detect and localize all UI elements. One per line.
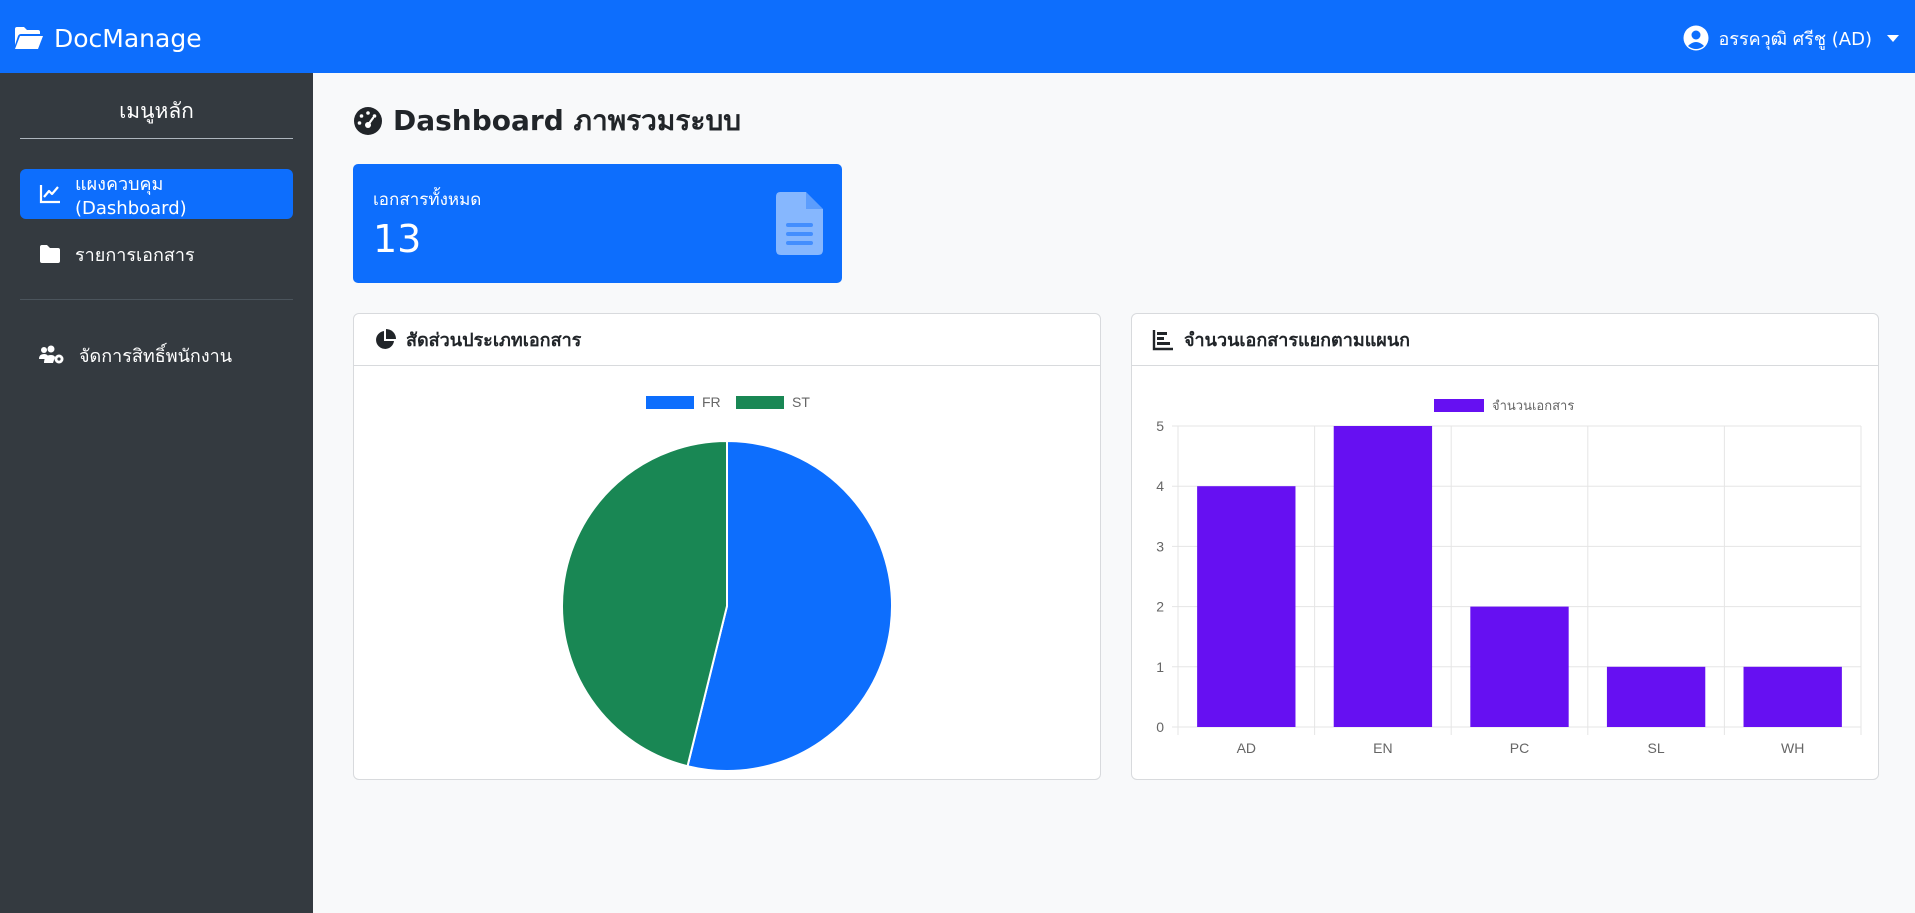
x-tick-label: EN <box>1373 740 1392 756</box>
folder-icon <box>40 245 60 263</box>
chart-pie-icon <box>376 328 396 349</box>
legend-swatch-fr <box>646 396 694 409</box>
y-tick-label: 3 <box>1156 538 1164 554</box>
stat-label: เอกสารทั้งหมด <box>373 190 482 210</box>
bar-sl <box>1606 666 1706 727</box>
legend-label-fr: FR <box>702 394 721 410</box>
chart-bar-icon <box>1152 329 1173 350</box>
sidebar-item-documents[interactable]: รายการเอกสาร <box>20 229 293 279</box>
stat-card-total-documents: เอกสารทั้งหมด 13 <box>353 164 842 283</box>
y-tick-label: 0 <box>1156 719 1164 735</box>
pie-chart: FR ST <box>561 394 893 772</box>
x-tick-label: WH <box>1781 740 1804 756</box>
file-alt-icon <box>776 192 823 255</box>
stat-value: 13 <box>373 217 422 261</box>
tachometer-icon <box>354 107 382 135</box>
sidebar-item-dashboard[interactable]: แผงควบคุม (Dashboard) <box>20 169 293 219</box>
page-title-text: Dashboard ภาพรวมระบบ <box>393 104 741 137</box>
x-tick-label: SL <box>1648 740 1665 756</box>
bar-chart-card: จำนวนเอกสารแยกตามแผนก จำนวนเอกสาร 0 1 2 3 4 5 A… <box>1131 313 1879 780</box>
user-name: อรรควุฒิ ศรีชู (AD) <box>1718 28 1872 50</box>
sidebar: เมนูหลัก แผงควบคุม (Dashboard) รายการเอก… <box>0 73 313 913</box>
bar-en <box>1333 426 1433 727</box>
users-cog-icon <box>39 345 64 364</box>
sidebar-item-label: แผงควบคุม (Dashboard) <box>75 174 187 219</box>
sidebar-item-label: จัดการสิทธิ์พนักงาน <box>79 345 233 367</box>
legend-swatch-st <box>736 396 784 409</box>
brand-name: DocManage <box>54 23 202 53</box>
y-tick-label: 2 <box>1156 599 1164 615</box>
sidebar-item-permissions[interactable]: จัดการสิทธิ์พนักงาน <box>20 330 293 380</box>
sidebar-item-label: รายการเอกสาร <box>75 244 195 266</box>
card-title: จำนวนเอกสารแยกตามแผนก <box>1184 330 1411 351</box>
y-tick-label: 5 <box>1156 418 1164 434</box>
bar-pc <box>1470 606 1569 727</box>
card-header: สัดส่วนประเภทเอกสาร <box>354 314 1100 366</box>
y-tick-label: 4 <box>1156 478 1164 494</box>
x-tick-label: PC <box>1510 740 1529 756</box>
x-tick-label: AD <box>1237 740 1256 756</box>
card-header: จำนวนเอกสารแยกตามแผนก <box>1132 314 1878 366</box>
legend-label: จำนวนเอกสาร <box>1492 398 1574 413</box>
user-menu[interactable]: อรรควุฒิ ศรีชู (AD) <box>1683 24 1899 53</box>
navbar: DocManage อรรควุฒิ ศรีชู (AD) <box>0 3 1915 73</box>
bar-chart: จำนวนเอกสาร 0 1 2 3 4 5 AD EN PC SL WH <box>1156 398 1862 756</box>
card-title: สัดส่วนประเภทเอกสาร <box>406 330 582 351</box>
folder-open-icon <box>15 27 43 49</box>
sidebar-divider <box>20 299 293 300</box>
legend-swatch <box>1434 399 1484 412</box>
sidebar-title: เมนูหลัก <box>20 73 293 139</box>
main-content: Dashboard ภาพรวมระบบ เอกสารทั้งหมด 13 สั… <box>313 73 1915 913</box>
user-circle-icon <box>1683 25 1709 51</box>
brand[interactable]: DocManage <box>14 24 202 53</box>
page-title: Dashboard ภาพรวมระบบ <box>353 99 741 143</box>
pie-chart-card: สัดส่วนประเภทเอกสาร FR ST <box>353 313 1101 780</box>
chevron-down-icon <box>1887 34 1899 42</box>
bar-ad <box>1197 486 1296 727</box>
chart-line-icon <box>39 185 60 204</box>
sidebar-menu: แผงควบคุม (Dashboard) รายการเอกสาร จัดกา… <box>20 169 293 380</box>
legend-label-st: ST <box>792 394 810 410</box>
bar-wh <box>1743 666 1842 727</box>
y-tick-label: 1 <box>1156 659 1164 675</box>
